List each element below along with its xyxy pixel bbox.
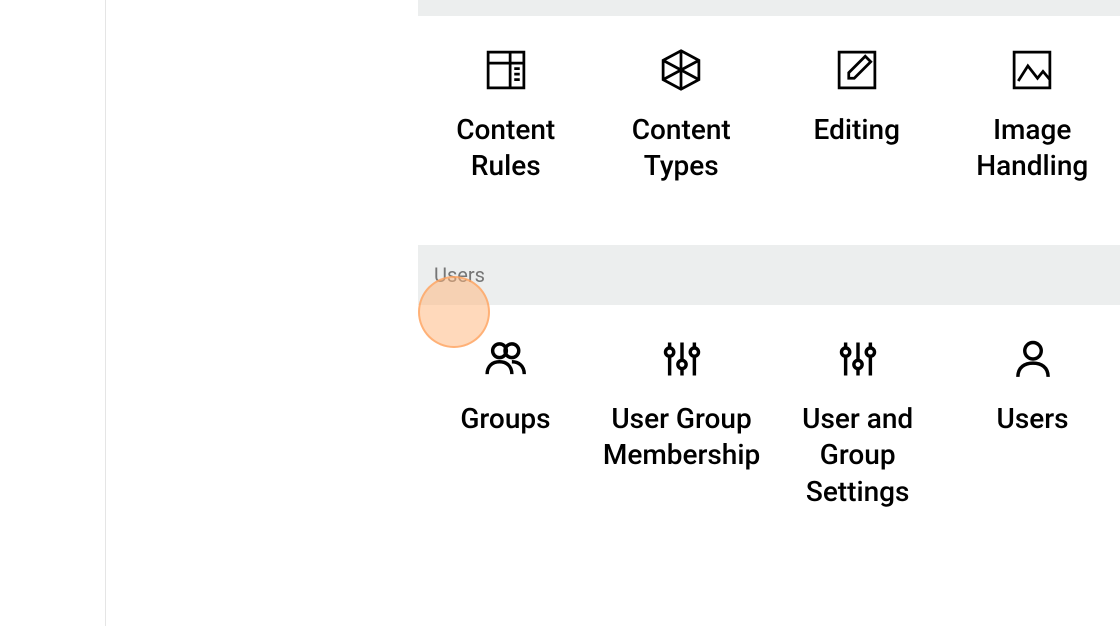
main-content: Content Rules Content Types Editing: [418, 0, 1120, 626]
sliders-icon: [834, 335, 882, 383]
left-panel-gap: [106, 0, 418, 626]
edit-icon: [833, 46, 881, 94]
cube-icon: [657, 46, 705, 94]
users-icon: [481, 335, 529, 383]
item-label: Image Handling: [945, 112, 1120, 185]
section-header-users: Users: [418, 245, 1120, 305]
item-content-types[interactable]: Content Types: [594, 46, 770, 185]
section-title: Users: [434, 263, 485, 287]
sliders-icon: [658, 335, 706, 383]
item-image-handling[interactable]: Image Handling: [945, 46, 1120, 185]
item-user-group-membership[interactable]: User Group Membership: [593, 335, 770, 510]
item-groups[interactable]: Groups: [418, 335, 593, 510]
image-icon: [1008, 46, 1056, 94]
item-label: Users: [987, 401, 1079, 437]
item-label: User Group Membership: [593, 401, 770, 474]
item-users[interactable]: Users: [945, 335, 1120, 510]
item-content-rules[interactable]: Content Rules: [418, 46, 594, 185]
newspaper-icon: [482, 46, 530, 94]
item-label: User and Group Settings: [770, 401, 945, 510]
section-header-content: [418, 0, 1120, 16]
content-section-items: Content Rules Content Types Editing: [418, 16, 1120, 245]
item-editing[interactable]: Editing: [769, 46, 945, 185]
item-label: Content Types: [594, 112, 770, 185]
item-label: Groups: [450, 401, 560, 437]
item-label: Editing: [804, 112, 910, 148]
users-section-items: Groups User Group Membership: [418, 305, 1120, 570]
item-user-group-settings[interactable]: User and Group Settings: [770, 335, 945, 510]
user-icon: [1009, 335, 1057, 383]
sidebar: [0, 0, 106, 626]
item-label: Content Rules: [418, 112, 594, 185]
